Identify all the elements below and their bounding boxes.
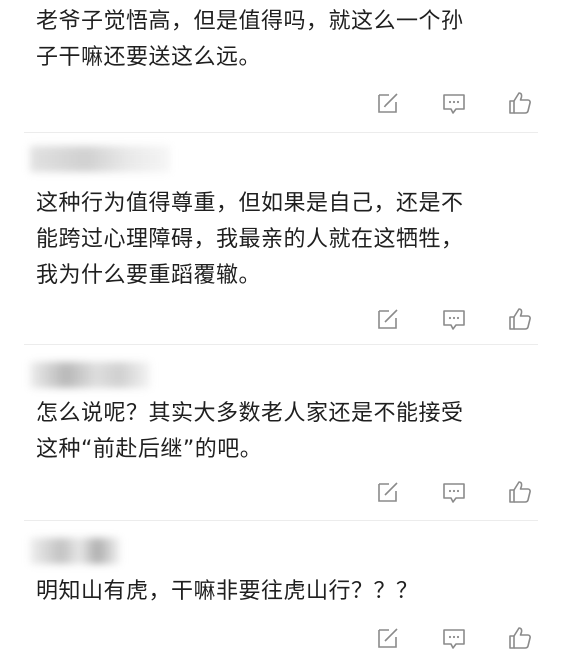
comment-icon bbox=[443, 483, 465, 503]
comment-text: 这种行为值得尊重，但如果是自己，还是不 能跨过心理障碍，我最亲的人就在这牺牲， … bbox=[36, 191, 464, 288]
comment-actions bbox=[374, 305, 544, 333]
like-button[interactable] bbox=[506, 89, 534, 117]
edit-icon bbox=[378, 93, 398, 113]
edit-icon bbox=[378, 482, 398, 502]
comment-icon bbox=[443, 629, 465, 649]
divider bbox=[24, 344, 538, 345]
comment-icon bbox=[443, 94, 465, 114]
edit-icon bbox=[378, 628, 398, 648]
blurred-username bbox=[30, 146, 170, 172]
thumbs-up-icon bbox=[509, 627, 531, 649]
comment-text: 怎么说呢？其实大多数老人家还是不能接受 这种“前赴后继”的吧。 bbox=[36, 401, 464, 462]
edit-button[interactable] bbox=[374, 478, 402, 506]
blurred-username bbox=[30, 362, 150, 388]
comment-text: 明知山有虎，干嘛非要往虎山行？？？ bbox=[36, 579, 419, 604]
comment-text: 老爷子觉悟高，但是值得吗，就这么一个孙 子干嘛还要送这么远。 bbox=[36, 9, 464, 70]
thumbs-up-icon bbox=[509, 308, 531, 330]
comment-actions bbox=[374, 89, 544, 117]
thumbs-up-icon bbox=[509, 481, 531, 503]
like-button[interactable] bbox=[506, 624, 534, 652]
reply-button[interactable] bbox=[440, 478, 468, 506]
comment-actions bbox=[374, 624, 544, 652]
edit-button[interactable] bbox=[374, 624, 402, 652]
reply-button[interactable] bbox=[440, 624, 468, 652]
divider bbox=[24, 520, 538, 521]
comment-icon bbox=[443, 310, 465, 330]
reply-button[interactable] bbox=[440, 89, 468, 117]
edit-icon bbox=[378, 309, 398, 329]
like-button[interactable] bbox=[506, 305, 534, 333]
comment-actions bbox=[374, 478, 544, 506]
reply-button[interactable] bbox=[440, 305, 468, 333]
thumbs-up-icon bbox=[509, 92, 531, 114]
blurred-username bbox=[30, 538, 120, 564]
divider bbox=[24, 132, 538, 133]
like-button[interactable] bbox=[506, 478, 534, 506]
edit-button[interactable] bbox=[374, 89, 402, 117]
edit-button[interactable] bbox=[374, 305, 402, 333]
